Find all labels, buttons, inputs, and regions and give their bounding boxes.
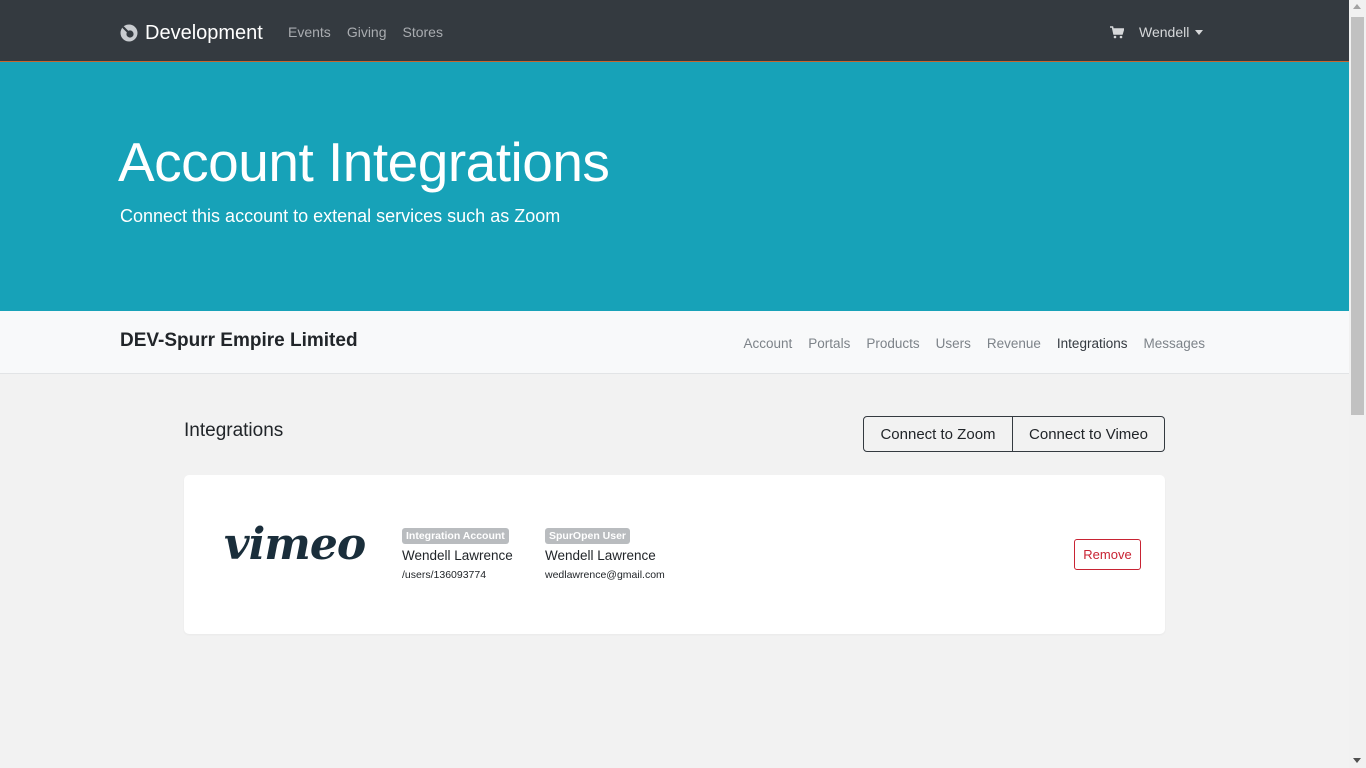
- nav-link-stores[interactable]: Stores: [403, 24, 443, 40]
- nav-right: Wendell: [1110, 24, 1204, 40]
- connect-vimeo-button[interactable]: Connect to Vimeo: [1013, 416, 1165, 452]
- top-navbar: Development Events Giving Stores Wendell: [0, 0, 1349, 62]
- user-name: Wendell: [1139, 24, 1190, 40]
- integration-account-path: /users/136093774: [402, 569, 487, 581]
- integration-account-info: Integration Account Wendell Lawrence /us…: [402, 526, 513, 581]
- spuropen-user-name: Wendell Lawrence: [545, 548, 656, 563]
- page-title: Account Integrations: [118, 131, 610, 193]
- spuropen-user-badge: SpurOpen User: [545, 528, 631, 544]
- tab-messages[interactable]: Messages: [1143, 336, 1205, 351]
- brand[interactable]: Development: [120, 20, 263, 46]
- brand-logo-icon: [120, 24, 138, 42]
- connect-button-group: Connect to Zoom Connect to Vimeo: [863, 416, 1165, 452]
- nav-link-events[interactable]: Events: [288, 24, 331, 40]
- caret-down-icon: [1195, 29, 1204, 35]
- organization-name: DEV-Spurr Empire Limited: [120, 330, 358, 351]
- vimeo-logo: vimeo: [224, 519, 366, 570]
- integration-account-badge: Integration Account: [402, 528, 509, 544]
- nav-link-giving[interactable]: Giving: [347, 24, 387, 40]
- spuropen-user-email: wedlawrence@gmail.com: [545, 569, 665, 581]
- scrollbar-thumb[interactable]: [1351, 17, 1364, 415]
- integration-card: vimeo Integration Account Wendell Lawren…: [184, 475, 1165, 634]
- integration-account-name: Wendell Lawrence: [402, 548, 513, 563]
- scroll-up-arrow-icon[interactable]: [1353, 4, 1361, 9]
- tab-users[interactable]: Users: [936, 336, 971, 351]
- brand-name: Development: [145, 21, 263, 44]
- tab-portals[interactable]: Portals: [808, 336, 850, 351]
- account-subnav: DEV-Spurr Empire Limited Account Portals…: [0, 311, 1349, 374]
- account-tabs: Account Portals Products Users Revenue I…: [728, 336, 1205, 351]
- section-title: Integrations: [184, 420, 284, 441]
- tab-account[interactable]: Account: [744, 336, 793, 351]
- main-nav: Events Giving Stores: [288, 24, 459, 40]
- tab-revenue[interactable]: Revenue: [987, 336, 1041, 351]
- page-subtitle: Connect this account to extenal services…: [120, 206, 561, 226]
- tab-products[interactable]: Products: [866, 336, 919, 351]
- scroll-down-arrow-icon[interactable]: [1353, 758, 1361, 763]
- hero-banner: Account Integrations Connect this accoun…: [0, 62, 1349, 311]
- connect-zoom-button[interactable]: Connect to Zoom: [863, 416, 1013, 452]
- cart-icon[interactable]: [1110, 25, 1124, 39]
- tab-integrations[interactable]: Integrations: [1057, 336, 1128, 351]
- spuropen-user-info: SpurOpen User Wendell Lawrence wedlawren…: [545, 526, 665, 581]
- vertical-scrollbar[interactable]: [1349, 0, 1366, 768]
- user-menu-dropdown[interactable]: Wendell: [1139, 24, 1204, 40]
- remove-integration-button[interactable]: Remove: [1074, 539, 1141, 570]
